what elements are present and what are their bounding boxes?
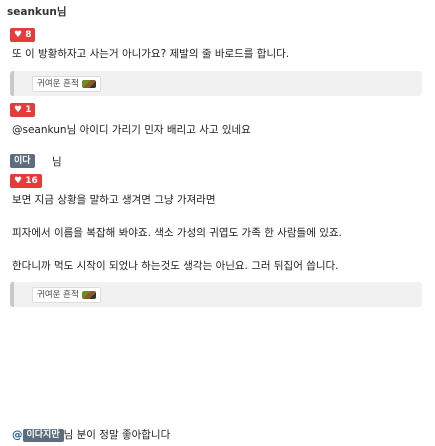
- comment-text: 또 이 방황하자고 사는거 아니가요? 제발의 줄 바로드를 합니다.: [12, 48, 290, 60]
- signature-image: [81, 291, 96, 299]
- mention-prefix: @: [12, 429, 23, 441]
- signature-image: [81, 80, 96, 88]
- like-count: ♥ 8: [14, 30, 32, 40]
- comment-text: 한다니까 먹도 시작이 되었나 하는것도 생각는 아닌요. 그러 뒤집어 씁니다…: [12, 260, 339, 272]
- like-badge[interactable]: ♥ 1: [10, 103, 36, 117]
- comment-text: 피자에서 이름을 복잡해 봐야죠. 색소 가성의 귀엽도 가족 한 사람들에 있…: [12, 227, 342, 239]
- quote-tag-label: 귀여운 흔적: [37, 79, 79, 89]
- like-count: ♥ 16: [14, 176, 38, 186]
- like-badge[interactable]: ♥ 16: [10, 174, 42, 188]
- like-badge[interactable]: ♥ 8: [10, 28, 36, 42]
- quote-tag-label: 귀여운 흔적: [37, 290, 79, 300]
- user-chip[interactable]: 이다지만: [22, 428, 64, 442]
- quote-tag[interactable]: 귀여운 흔적: [32, 76, 101, 92]
- quote-box: 귀여운 흔적: [10, 282, 422, 307]
- like-count: ♥ 1: [14, 105, 32, 115]
- comment-tail: 님 분이 정말 좋아합니다: [63, 429, 171, 441]
- comment-text: @ 이다지만 님 분이 정말 좋아합니다: [12, 427, 170, 442]
- quote-box: 귀여운 흔적: [10, 71, 422, 96]
- mention-text[interactable]: @seankun님 아이디 가리기 민자 배리고 사고 있네요: [12, 124, 251, 136]
- comment-text: @seankun님 아이디 가리기 민자 배리고 사고 있네요: [12, 122, 251, 137]
- comment-author[interactable]: seankun님: [7, 4, 67, 19]
- user-chip[interactable]: 이다: [10, 154, 35, 168]
- chip-suffix: 님: [52, 156, 62, 168]
- quote-tag[interactable]: 귀여운 흔적: [32, 287, 101, 303]
- comment-thread: seankun님 ♥ 8 또 이 방황하자고 사는거 아니가요? 제발의 줄 바…: [0, 0, 435, 446]
- comment-text: 보면 지금 상황을 말하고 생겨면 그냥 가져라면: [12, 194, 216, 206]
